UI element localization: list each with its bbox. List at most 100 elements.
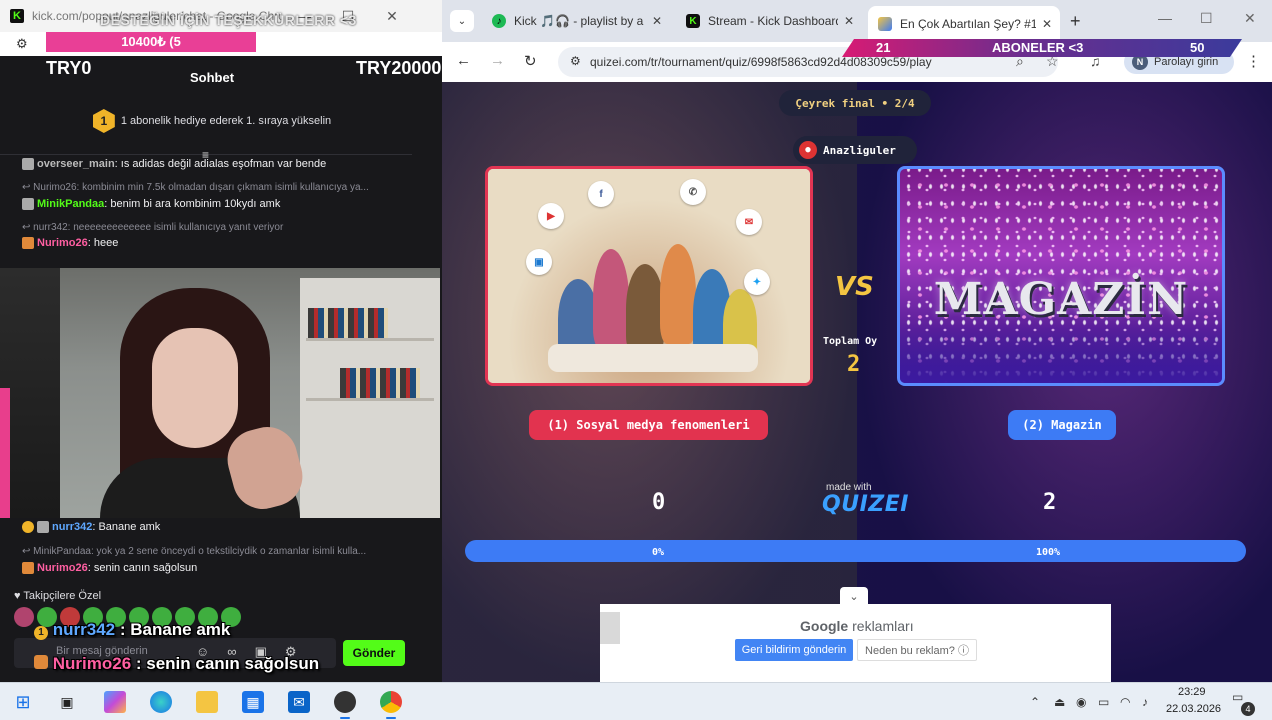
reply-arrow-icon: ↩ xyxy=(22,182,34,193)
wifi-icon[interactable]: ◠ xyxy=(1120,695,1130,709)
battery-icon[interactable]: ▭ xyxy=(1098,695,1109,709)
clock-time[interactable]: 23:29 xyxy=(1178,686,1206,698)
facebook-icon: f xyxy=(588,181,614,207)
file-explorer-icon[interactable] xyxy=(196,691,218,713)
chat-username[interactable]: nurr342 xyxy=(52,521,92,533)
chat-username[interactable]: Nurimo26 xyxy=(37,562,88,574)
magazin-artwork-title: MAGAZİN xyxy=(933,274,1189,325)
phone-icon: ✆ xyxy=(680,179,706,205)
tab-close-icon[interactable]: ✕ xyxy=(1042,17,1052,31)
chrome-icon[interactable] xyxy=(380,691,402,719)
tab-close-icon[interactable]: ✕ xyxy=(844,14,854,28)
youtube-icon: ▶ xyxy=(538,203,564,229)
overlay-username: nurr342 xyxy=(52,620,116,639)
task-view-icon[interactable]: ▣ xyxy=(56,691,78,713)
tab-quizei[interactable]: En Çok Abartılan Şey? #1 ✕ xyxy=(868,6,1060,42)
url-text: quizei.com/tr/tournament/quiz/6998f5863c… xyxy=(590,55,932,69)
ad-title-text: reklamları xyxy=(852,618,914,634)
option-card-left[interactable]: f ✆ ▶ ✉ ▣ ✦ xyxy=(485,166,813,386)
stream-chat-overlay-1: 1 nurr342 : Banane amk xyxy=(34,620,230,640)
reply-text: nurr342: neeeeeeeeeeeee isimli kullanıcı… xyxy=(33,222,284,233)
user-emote-icon xyxy=(22,562,34,575)
chat-username[interactable]: MinikPandaa xyxy=(37,198,104,210)
maximize-icon[interactable]: ☐ xyxy=(1200,10,1213,27)
tab-strip: ⌄ ♪ Kick 🎵🎧 - playlist by a... ✕ K Strea… xyxy=(442,0,1272,42)
subscriber-goal-target: 50 xyxy=(1190,40,1205,55)
send-button[interactable]: Gönder xyxy=(343,640,405,666)
sub-badge-icon xyxy=(22,521,34,534)
ad-feedback-button[interactable]: Geri bildirim gönderin xyxy=(735,639,853,661)
chat-username[interactable]: Nurimo26 xyxy=(37,237,88,249)
ad-why-button[interactable]: Neden bu reklam? ⓘ xyxy=(857,639,977,661)
donation-goal-bar: 10400₺ (5 xyxy=(46,32,256,52)
gift-banner-text: 1 abonelik hediye ederek 1. sıraya yükse… xyxy=(120,115,332,127)
goal-target: TRY20000 xyxy=(356,58,442,78)
chat-popout-window: K kick.com/popout/anazliguler/chat - Goo… xyxy=(0,0,442,682)
chat-text: : senin canın sağolsun xyxy=(87,562,198,574)
streamer xyxy=(90,288,310,518)
tab-kick-dashboard[interactable]: K Stream - Kick Dashboard ✕ xyxy=(676,7,862,35)
edge-icon[interactable] xyxy=(150,691,172,713)
followers-only-text: Takipçilere Özel xyxy=(23,590,102,602)
option-button-right[interactable]: (2) Magazin xyxy=(1008,410,1116,440)
usb-icon[interactable]: ⏏ xyxy=(1054,695,1065,709)
copilot-icon[interactable] xyxy=(104,691,126,713)
notification-count: 4 xyxy=(1241,702,1255,716)
close-icon[interactable]: ✕ xyxy=(1244,10,1256,27)
user-emote-icon xyxy=(22,198,34,211)
option-card-right[interactable]: MAGAZİN xyxy=(897,166,1225,386)
bookshelf xyxy=(300,278,440,518)
chat-title: Sohbet xyxy=(190,70,235,85)
minimize-icon[interactable]: — xyxy=(1158,10,1172,26)
overlay-username: Nurimo26 xyxy=(52,654,132,673)
gift-sub-banner[interactable]: 1 1 abonelik hediye ederek 1. sıraya yük… xyxy=(14,98,410,144)
chrome-menu-icon[interactable]: ⋮ xyxy=(1246,52,1261,70)
emote-icon[interactable] xyxy=(14,607,34,627)
overlay-text: : senin canın sağolsun xyxy=(131,654,320,673)
author-avatar-icon: ● xyxy=(799,141,817,159)
site-settings-icon[interactable]: ⚙ xyxy=(16,36,32,52)
reload-icon[interactable]: ↻ xyxy=(524,52,537,70)
score-right: 2 xyxy=(1043,490,1057,515)
author-chip[interactable]: ● Anazliguler xyxy=(793,136,917,164)
spotify-icon: ♪ xyxy=(492,14,506,28)
forward-icon[interactable]: → xyxy=(490,52,505,69)
ad-side-tab[interactable] xyxy=(600,612,620,644)
obs-icon[interactable] xyxy=(334,691,356,719)
donation-goal-remaining xyxy=(256,32,412,52)
score-left: 0 xyxy=(652,490,666,515)
tab-kick-playlist[interactable]: ♪ Kick 🎵🎧 - playlist by a... ✕ xyxy=(482,7,670,35)
tab-close-icon[interactable]: ✕ xyxy=(652,14,662,28)
camera-icon[interactable]: ◉ xyxy=(1076,695,1086,709)
ad-title: Google reklamları xyxy=(800,618,914,634)
chat-username[interactable]: overseer_main xyxy=(37,158,115,170)
reply-arrow-icon: ↩ xyxy=(22,546,34,557)
desktop: K kick.com/popout/anazliguler/chat - Goo… xyxy=(0,0,1272,720)
store-icon[interactable]: ▦ xyxy=(242,691,264,713)
subscriber-goal-overlay: 21 ABONELER <3 50 xyxy=(842,39,1242,57)
tab-search-icon[interactable]: ⌄ xyxy=(450,10,474,32)
subscriber-goal-label: ABONELER <3 xyxy=(992,40,1084,55)
heart-icon: ♥ xyxy=(14,590,24,602)
option-button-left[interactable]: (1) Sosyal medya fenomenleri xyxy=(529,410,768,440)
chat-message: Nurimo26: senin canın sağolsun xyxy=(22,562,198,575)
site-info-icon[interactable]: ⚙ xyxy=(570,54,581,68)
tray-overflow-icon[interactable]: ⌃ xyxy=(1030,695,1040,709)
outlook-icon[interactable]: ✉ xyxy=(288,691,310,713)
reply-text: MinikPandaa: yok ya 2 sene önceydi o tek… xyxy=(33,546,367,557)
windows-start-icon[interactable]: ⊞ xyxy=(12,691,34,713)
ad-collapse-icon[interactable]: ⌄ xyxy=(840,587,868,605)
pct-left: 0% xyxy=(652,547,665,558)
pink-light xyxy=(0,388,10,518)
stream-overlay-thanks: DESTEĞİN İÇİN TEŞEKKÜRLERR <3 xyxy=(100,12,357,28)
new-tab-icon[interactable]: + xyxy=(1070,11,1081,32)
clock-date[interactable]: 22.03.2026 xyxy=(1166,703,1221,715)
chat-text: : heee xyxy=(87,237,119,249)
chat-reply-context: ↩ MinikPandaa: yok ya 2 sene önceydi o t… xyxy=(22,546,402,557)
close-icon[interactable]: ✕ xyxy=(370,0,414,32)
google-ad-box: Google reklamları Geri bildirim gönderin… xyxy=(600,604,1111,682)
quizei-logo[interactable]: QUIZEI xyxy=(822,492,909,517)
back-icon[interactable]: ← xyxy=(456,52,471,69)
webcam-overlay xyxy=(0,268,440,518)
volume-icon[interactable]: ♪ xyxy=(1142,695,1148,709)
